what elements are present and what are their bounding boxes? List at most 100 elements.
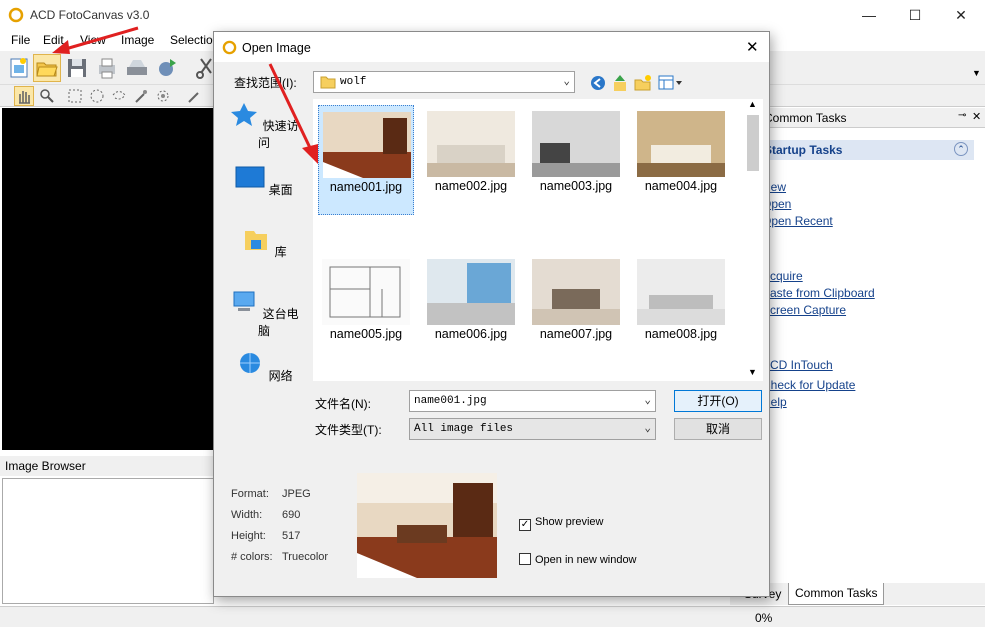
- open-new-window-label: Open in new window: [535, 554, 637, 566]
- menu-file[interactable]: File: [11, 33, 30, 47]
- file-item[interactable]: name003.jpg: [528, 105, 624, 215]
- new-folder-icon[interactable]: [634, 74, 652, 92]
- file-name: name007.jpg: [539, 327, 613, 341]
- task-check-update-link[interactable]: Check for Update: [762, 378, 855, 392]
- file-item[interactable]: name006.jpg: [423, 253, 519, 363]
- floorplan-thumbnail: [322, 259, 410, 325]
- file-list-scrollbar[interactable]: ▲ ▼: [745, 99, 761, 381]
- chevron-down-icon[interactable]: ⌄: [644, 393, 651, 407]
- place-label: 这台电脑: [257, 307, 299, 338]
- task-paste-link[interactable]: Paste from Clipboard: [762, 286, 875, 300]
- menu-edit[interactable]: Edit: [43, 33, 64, 47]
- back-icon[interactable]: [590, 75, 606, 91]
- place-label: 桌面: [268, 183, 293, 197]
- computer-icon: [233, 291, 255, 311]
- minimize-button[interactable]: —: [846, 0, 892, 31]
- network-icon: [240, 353, 261, 373]
- format-value: JPEG: [282, 488, 311, 500]
- lasso-icon[interactable]: [110, 87, 128, 105]
- desktop-icon: [235, 166, 265, 188]
- menu-view[interactable]: View: [80, 33, 106, 47]
- scroll-down-icon[interactable]: ▼: [748, 367, 757, 377]
- tab-common-tasks[interactable]: Common Tasks: [788, 583, 885, 605]
- panel-close-icon[interactable]: ✕: [972, 110, 981, 123]
- dialog-logo-icon: [222, 40, 237, 55]
- maximize-button[interactable]: ☐: [892, 0, 938, 31]
- cancel-button[interactable]: 取消: [674, 418, 762, 440]
- place-library[interactable]: 库: [229, 228, 299, 260]
- ellipse-select-icon[interactable]: [88, 87, 106, 105]
- capture-icon[interactable]: [154, 55, 180, 81]
- room-thumbnail: [323, 112, 411, 178]
- chevron-down-icon: ⌄: [563, 76, 570, 88]
- common-tasks-title: Common Tasks: [764, 111, 847, 125]
- file-name: name001.jpg: [329, 180, 403, 194]
- file-list[interactable]: name001.jpg name002.jpg name003.jpg name…: [313, 99, 763, 381]
- checkmark-icon: ✓: [519, 519, 531, 531]
- filetype-select[interactable]: All image files ⌄: [409, 418, 656, 440]
- image-canvas[interactable]: [2, 108, 214, 450]
- open-folder-icon[interactable]: [34, 55, 60, 81]
- place-desktop[interactable]: 桌面: [229, 166, 299, 198]
- up-folder-icon[interactable]: [612, 74, 628, 92]
- open-new-window-checkbox[interactable]: Open in new window: [519, 553, 637, 566]
- scroll-thumb[interactable]: [747, 115, 759, 171]
- status-bar: 0%: [0, 606, 985, 627]
- rect-select-icon[interactable]: [66, 87, 84, 105]
- view-menu-icon[interactable]: [658, 75, 684, 91]
- room-thumbnail: [427, 259, 515, 325]
- pin-icon[interactable]: ⊸: [958, 110, 966, 121]
- magic-wand-icon[interactable]: [132, 87, 150, 105]
- zoom-tool-icon[interactable]: [38, 87, 56, 105]
- colors-label: # colors:: [231, 551, 273, 563]
- folder-icon: [320, 76, 336, 89]
- menu-image[interactable]: Image: [121, 33, 154, 47]
- menu-selection[interactable]: Selection: [170, 33, 219, 47]
- print-icon[interactable]: [94, 55, 120, 81]
- file-item[interactable]: name001.jpg: [318, 105, 414, 215]
- look-in-combo[interactable]: wolf ⌄: [313, 71, 575, 93]
- file-item[interactable]: name008.jpg: [633, 253, 729, 363]
- scroll-up-icon[interactable]: ▲: [748, 99, 757, 109]
- toolbar-dropdown-icon[interactable]: ▼: [972, 68, 981, 78]
- show-preview-label: Show preview: [535, 516, 604, 528]
- task-open-recent-link[interactable]: Open Recent: [762, 214, 833, 228]
- show-preview-checkbox[interactable]: ✓ Show preview: [519, 516, 603, 531]
- file-item[interactable]: name007.jpg: [528, 253, 624, 363]
- task-screen-capture-link[interactable]: Screen Capture: [762, 303, 846, 317]
- new-image-icon[interactable]: [6, 55, 32, 81]
- scanner-icon[interactable]: [124, 55, 150, 81]
- place-label: 库: [274, 245, 287, 259]
- dialog-titlebar: Open Image ✕: [214, 32, 769, 62]
- library-icon: [245, 231, 268, 250]
- file-item[interactable]: name004.jpg: [633, 105, 729, 215]
- chevron-down-icon[interactable]: ⌄: [644, 421, 651, 435]
- gear-select-icon[interactable]: [154, 87, 172, 105]
- place-network[interactable]: 网络: [229, 352, 299, 384]
- image-browser-panel[interactable]: [2, 478, 214, 604]
- dialog-close-button[interactable]: ✕: [746, 38, 759, 56]
- room-thumbnail: [532, 111, 620, 177]
- open-button[interactable]: 打开(O): [674, 390, 762, 412]
- colors-value: Truecolor: [282, 551, 329, 563]
- height-value: 517: [282, 530, 301, 542]
- file-item[interactable]: name005.jpg: [318, 253, 414, 363]
- place-this-pc[interactable]: 这台电脑: [229, 290, 299, 339]
- filename-label: 文件名(N):: [315, 397, 371, 411]
- close-button[interactable]: ✕: [938, 0, 984, 31]
- filetype-value: All image files: [414, 423, 514, 435]
- places-bar: 快速访问 桌面 库 这台电脑 网络: [229, 102, 299, 402]
- file-name: name004.jpg: [644, 179, 718, 193]
- place-quick-access[interactable]: 快速访问: [229, 102, 299, 151]
- save-icon[interactable]: [64, 55, 90, 81]
- hand-tool-icon[interactable]: [15, 87, 33, 105]
- file-item[interactable]: name002.jpg: [423, 105, 519, 215]
- collapse-icon[interactable]: ⌃: [954, 142, 968, 156]
- app-title: ACD FotoCanvas v3.0: [30, 8, 150, 22]
- startup-tasks-group[interactable]: Startup Tasks ⌃: [760, 140, 974, 160]
- filename-input[interactable]: name001.jpg ⌄: [409, 390, 656, 412]
- task-intouch-link[interactable]: ACD InTouch: [762, 358, 833, 372]
- eyedropper-icon[interactable]: [185, 87, 203, 105]
- width-value: 690: [282, 509, 301, 521]
- file-name: name006.jpg: [434, 327, 508, 341]
